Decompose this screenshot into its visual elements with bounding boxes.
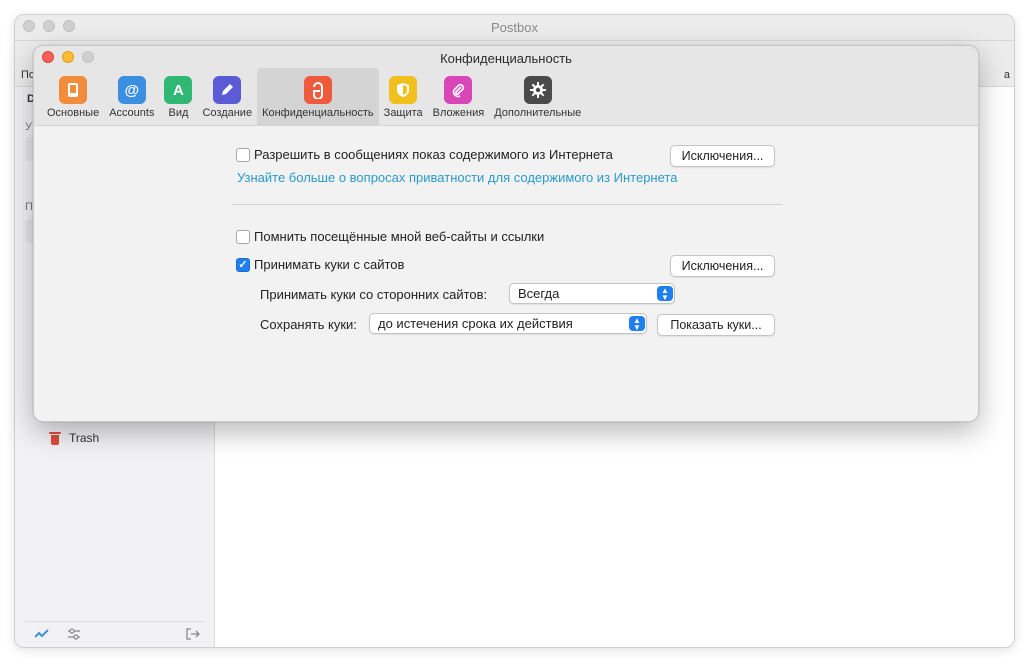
postbox-title: Postbox bbox=[491, 20, 538, 35]
sliders-icon[interactable] bbox=[67, 628, 81, 643]
privacy-learn-more-link[interactable]: Узнайте больше о вопросах приватности дл… bbox=[237, 170, 677, 185]
accept-cookies-checkbox[interactable]: ✓ bbox=[236, 257, 250, 272]
dialog-title: Конфиденциальность bbox=[440, 51, 572, 66]
activity-icon[interactable] bbox=[34, 628, 49, 643]
tab-privacy[interactable]: Конфиденциальность bbox=[257, 68, 379, 126]
accept-cookies-label[interactable]: Принимать куки с сайтов bbox=[254, 257, 404, 272]
tab-label: Вложения bbox=[432, 107, 485, 119]
phone-icon bbox=[59, 76, 88, 104]
remote-content-label[interactable]: Разрешить в сообщениях показ содержимого… bbox=[254, 147, 613, 162]
keep-cookies-label: Сохранять куки: bbox=[260, 317, 357, 332]
tab-advanced[interactable]: Дополнительные bbox=[489, 68, 586, 126]
postbox-titlebar: Postbox bbox=[15, 15, 1014, 41]
remote-content-exceptions-button[interactable]: Исключения... bbox=[670, 145, 775, 167]
preferences-dialog: Конфиденциальность Основные @ Accounts A… bbox=[33, 45, 979, 422]
privacy-pane: Разрешить в сообщениях показ содержимого… bbox=[34, 127, 978, 421]
sidebar-item-trash[interactable]: Trash bbox=[49, 431, 99, 445]
keep-cookies-value: до истечения срока их действия bbox=[378, 316, 573, 331]
preferences-toolbar: Конфиденциальность Основные @ Accounts A… bbox=[34, 46, 978, 126]
sidebar-fragment-3: П bbox=[25, 201, 33, 213]
toolbar-right-fragment: a bbox=[1003, 69, 1010, 81]
pencil-icon bbox=[213, 76, 242, 104]
sign-out-icon[interactable] bbox=[186, 628, 200, 643]
tab-security[interactable]: Защита bbox=[379, 68, 428, 126]
remember-history-checkbox[interactable] bbox=[236, 229, 250, 244]
section-divider bbox=[232, 204, 782, 205]
tab-label: Защита bbox=[383, 107, 423, 119]
gear-icon bbox=[523, 76, 552, 104]
remember-history-label[interactable]: Помнить посещённые мной веб-сайты и ссыл… bbox=[254, 229, 544, 244]
tab-general[interactable]: Основные bbox=[42, 68, 104, 126]
tab-label: Дополнительные bbox=[494, 107, 582, 119]
cookies-row: ✓ Принимать куки с сайтов bbox=[236, 257, 404, 272]
history-row: Помнить посещённые мной веб-сайты и ссыл… bbox=[236, 229, 544, 244]
tab-label: Вид bbox=[168, 107, 189, 119]
tab-view[interactable]: A Вид bbox=[159, 68, 197, 126]
sidebar-fragment-2: У bbox=[25, 121, 32, 133]
paperclip-icon bbox=[444, 76, 473, 104]
sidebar-footer bbox=[25, 621, 204, 647]
trash-icon bbox=[49, 431, 61, 445]
tab-attachments[interactable]: Вложения bbox=[428, 68, 490, 126]
tab-label: Создание bbox=[202, 107, 253, 119]
cookies-exceptions-button[interactable]: Исключения... bbox=[670, 255, 775, 277]
tab-accounts[interactable]: @ Accounts bbox=[104, 68, 159, 126]
tab-label: Конфиденциальность bbox=[262, 107, 374, 119]
show-cookies-button[interactable]: Показать куки... bbox=[657, 314, 775, 336]
third-party-cookies-label: Принимать куки со сторонних сайтов: bbox=[260, 287, 488, 302]
third-party-cookies-value: Всегда bbox=[518, 286, 560, 301]
remote-content-row: Разрешить в сообщениях показ содержимого… bbox=[236, 147, 613, 162]
select-stepper-icon: ▲ ▼ bbox=[629, 316, 645, 331]
privacy-icon bbox=[303, 76, 332, 104]
sidebar-item-trash-label: Trash bbox=[69, 431, 100, 445]
select-stepper-icon: ▲ ▼ bbox=[657, 286, 673, 301]
remote-content-checkbox[interactable] bbox=[236, 147, 250, 162]
keep-cookies-select[interactable]: до истечения срока их действия ▲ ▼ bbox=[369, 313, 647, 334]
tab-label: Основные bbox=[47, 107, 100, 119]
a-icon: A bbox=[164, 76, 193, 104]
preferences-tabs: Основные @ Accounts A Вид Создание Конфи… bbox=[42, 68, 586, 126]
tab-label: Accounts bbox=[109, 107, 155, 119]
third-party-cookies-select[interactable]: Всегда ▲ ▼ bbox=[509, 283, 675, 304]
at-icon: @ bbox=[117, 76, 146, 104]
shield-icon bbox=[389, 76, 418, 104]
tab-compose[interactable]: Создание bbox=[197, 68, 257, 126]
